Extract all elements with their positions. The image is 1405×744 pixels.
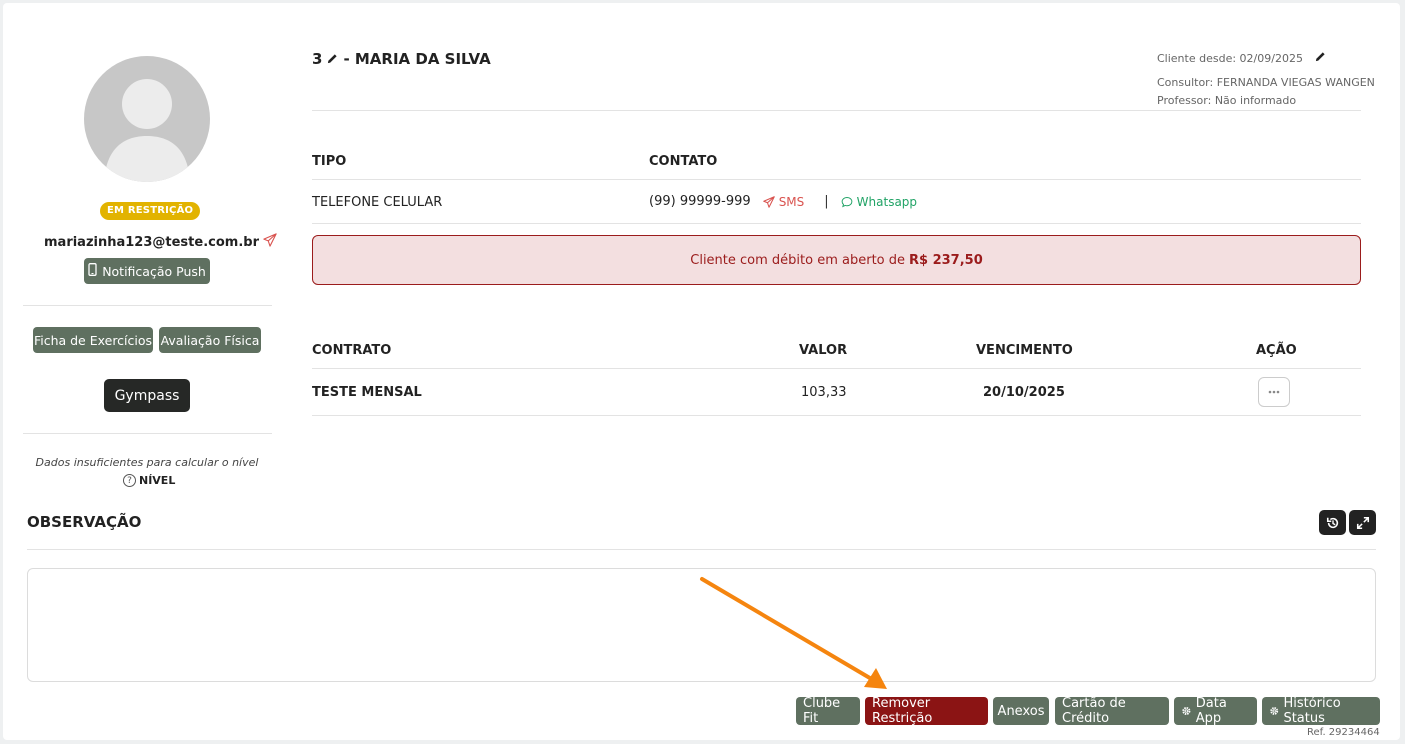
phone-number: (99) 99999-999 — [649, 194, 751, 209]
client-since: Cliente desde: 02/09/2025 — [1157, 51, 1326, 65]
annotation-arrow-icon — [700, 577, 887, 689]
gear-icon — [1270, 707, 1279, 715]
header-tipo: TIPO — [312, 154, 347, 169]
question-circle-icon[interactable]: ? — [123, 474, 136, 487]
ficha-exercicios-button[interactable]: Ficha de Exercícios — [33, 327, 153, 353]
more-dots-icon — [1268, 390, 1280, 394]
expand-button[interactable] — [1349, 510, 1376, 535]
nivel-label: NÍVEL — [139, 474, 176, 487]
page-title: 3 - MARIA DA SILVA — [312, 50, 491, 68]
divider — [312, 179, 1361, 180]
whatsapp-label: Whatsapp — [856, 194, 918, 209]
history-button[interactable] — [1319, 510, 1346, 535]
gympass-button[interactable]: Gympass — [104, 379, 190, 412]
contact-row: (99) 99999-999 SMS | Whatsapp — [649, 194, 917, 209]
cartao-credito-button[interactable]: Cartão de Crédito — [1055, 696, 1169, 726]
header-contrato: CONTRATO — [312, 343, 392, 358]
anexos-button[interactable]: Anexos — [993, 697, 1049, 725]
contract-name: TESTE MENSAL — [312, 385, 422, 400]
debt-text: Cliente com débito em aberto de — [690, 252, 905, 268]
contact-separator: | — [824, 194, 829, 209]
divider — [23, 305, 272, 306]
contract-actions-button[interactable] — [1258, 377, 1290, 407]
debt-alert: Cliente com débito em aberto de R$ 237,5… — [312, 235, 1361, 285]
data-app-label: Data App — [1195, 696, 1227, 726]
historico-status-label: Histórico Status — [1283, 696, 1341, 726]
contract-valor: 103,33 — [801, 385, 847, 400]
clube-fit-button[interactable]: Clube Fit — [796, 696, 860, 726]
header-valor: VALOR — [799, 343, 848, 358]
header-vencimento: VENCIMENTO — [976, 343, 1073, 358]
history-icon — [1326, 517, 1338, 528]
nivel-description: Dados insuficientes para calcular o níve… — [35, 456, 259, 469]
data-app-button[interactable]: Data App — [1174, 696, 1257, 726]
client-since-text: Cliente desde: 02/09/2025 — [1157, 51, 1303, 65]
push-label: Notificação Push — [102, 263, 206, 279]
divider — [312, 223, 1361, 224]
contract-vencimento: 20/10/2025 — [983, 385, 1065, 400]
avatar — [84, 56, 210, 182]
header-acao: AÇÃO — [1256, 343, 1297, 358]
user-silhouette-icon — [104, 79, 190, 182]
chat-bubble-icon — [841, 196, 853, 207]
client-email: mariazinha123@teste.com.br — [44, 233, 277, 251]
professor: Professor: Não informado — [1157, 94, 1297, 107]
reference-code: Ref. 29234464 — [1307, 727, 1380, 738]
email-text: mariazinha123@teste.com.br — [44, 234, 259, 250]
consultor: Consultor: FERNANDA VIEGAS WANGEN — [1157, 76, 1375, 89]
sms-label: SMS — [778, 194, 805, 209]
expand-icon — [1356, 516, 1369, 529]
divider — [23, 433, 272, 434]
status-badge: EM RESTRIÇÃO — [100, 202, 201, 220]
edit-name-icon[interactable] — [327, 50, 338, 68]
gear-icon — [1182, 706, 1191, 716]
push-notification-button[interactable]: Notificação Push — [84, 258, 210, 284]
divider — [27, 549, 1376, 550]
client-name: - MARIA DA SILVA — [343, 50, 491, 68]
nivel-indicator: ? NÍVEL — [123, 474, 175, 487]
avaliacao-fisica-button[interactable]: Avaliação Física — [159, 327, 261, 353]
remover-restricao-button[interactable]: Remover Restrição — [865, 696, 988, 726]
divider — [312, 368, 1361, 369]
divider — [312, 110, 1361, 111]
sms-link[interactable]: SMS — [762, 194, 805, 209]
send-icon — [762, 195, 775, 208]
divider — [312, 415, 1361, 416]
debt-amount: R$ 237,50 — [909, 252, 983, 268]
edit-date-icon[interactable] — [1315, 51, 1326, 65]
contact-tipo: TELEFONE CELULAR — [312, 195, 443, 210]
send-email-icon[interactable] — [263, 233, 277, 251]
client-id: 3 — [312, 50, 323, 68]
historico-status-button[interactable]: Histórico Status — [1262, 696, 1380, 726]
mobile-icon — [88, 263, 97, 279]
header-contato: CONTATO — [649, 154, 718, 169]
whatsapp-link[interactable]: Whatsapp — [841, 195, 917, 209]
observacao-title: OBSERVAÇÃO — [27, 513, 142, 531]
